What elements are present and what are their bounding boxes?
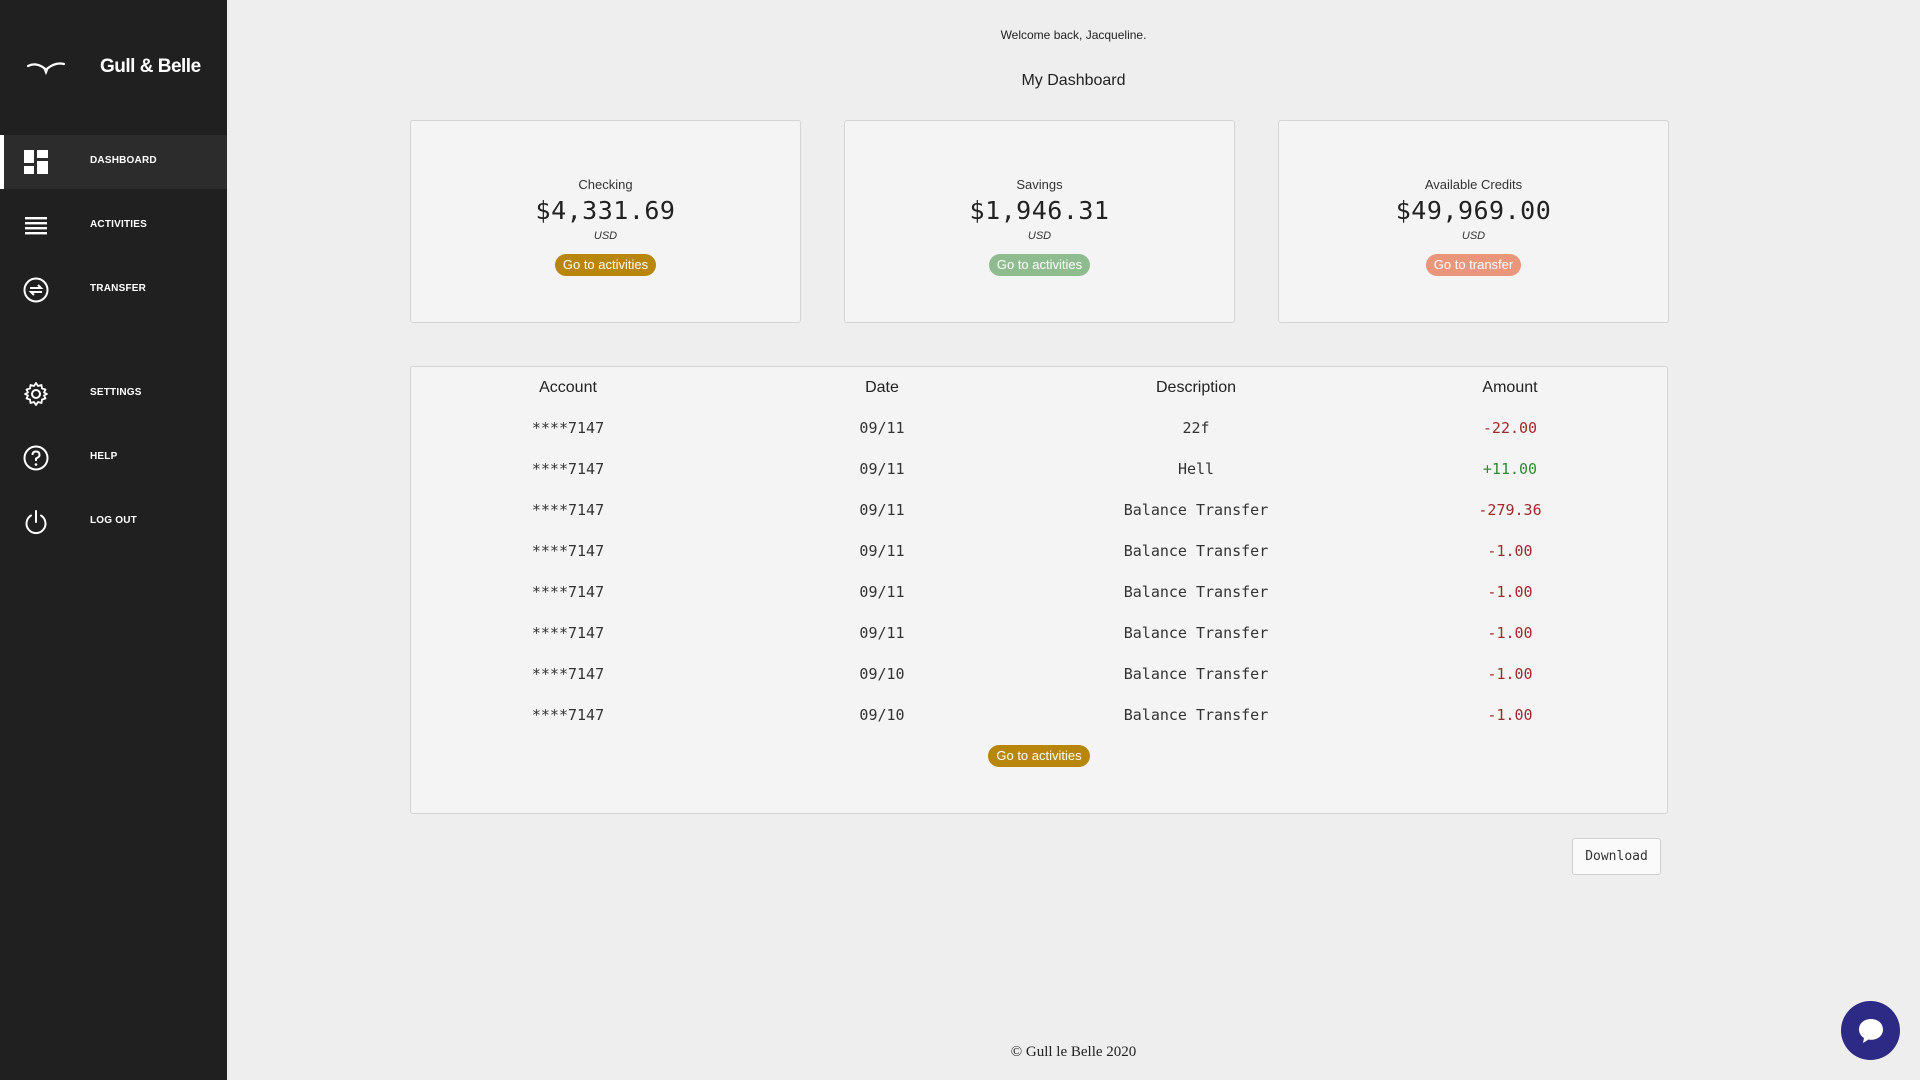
- cell-account: ****7147: [531, 665, 605, 683]
- nav-label-help: HELP: [90, 451, 118, 462]
- help-icon: [22, 444, 50, 472]
- cell-description: Balance Transfer: [1123, 665, 1269, 683]
- card-label: Checking: [578, 177, 633, 192]
- nav-item-activities[interactable]: ACTIVITIES: [0, 199, 227, 253]
- cell-account: ****7147: [531, 501, 605, 519]
- go-to-transfer-button[interactable]: Go to transfer: [1425, 254, 1522, 276]
- column-header-amount: Amount: [1482, 379, 1538, 396]
- cell-description: Balance Transfer: [1123, 501, 1269, 519]
- nav-label-transfer: TRANSFER: [90, 283, 147, 294]
- column-header-account: Account: [539, 379, 597, 396]
- cell-account: ****7147: [531, 583, 605, 601]
- nav-item-settings[interactable]: SETTINGS: [0, 367, 227, 421]
- download-button[interactable]: Download: [1572, 838, 1661, 875]
- gear-icon: [22, 380, 50, 408]
- savings-card: Savings $1,946.31 USD Go to activities: [844, 120, 1235, 323]
- table-row: ****7147 09/11 Balance Transfer -1.00: [411, 542, 1667, 583]
- cell-account: ****7147: [531, 419, 605, 437]
- nav-item-dashboard[interactable]: DASHBOARD: [0, 135, 227, 189]
- nav-label-settings: SETTINGS: [90, 387, 142, 398]
- column-header-date: Date: [865, 379, 899, 396]
- go-to-activities-button[interactable]: Go to activities: [988, 254, 1091, 276]
- cell-account: ****7147: [531, 706, 605, 724]
- cell-date: 09/11: [859, 419, 905, 437]
- cell-description: 22f: [1182, 419, 1210, 437]
- power-icon: [22, 508, 50, 536]
- nav-label-dashboard: DASHBOARD: [90, 155, 157, 166]
- nav-item-help[interactable]: HELP: [0, 431, 227, 485]
- cell-amount: -279.36: [1478, 501, 1542, 519]
- cell-amount: -1.00: [1487, 665, 1533, 683]
- cell-account: ****7147: [531, 460, 605, 478]
- cell-date: 09/11: [859, 460, 905, 478]
- cell-amount: +11.00: [1482, 460, 1538, 478]
- cell-description: Hell: [1177, 460, 1215, 478]
- card-currency: USD: [1027, 230, 1052, 242]
- table-row: ****7147 09/11 Hell +11.00: [411, 460, 1667, 501]
- nav-item-transfer[interactable]: TRANSFER: [0, 263, 227, 317]
- cell-account: ****7147: [531, 624, 605, 642]
- card-currency: USD: [1461, 230, 1486, 242]
- cell-date: 09/11: [859, 624, 905, 642]
- nav-label-activities: ACTIVITIES: [90, 219, 148, 230]
- card-currency: USD: [593, 230, 618, 242]
- table-go-to-activities-button[interactable]: Go to activities: [988, 745, 1090, 767]
- cell-amount: -22.00: [1482, 419, 1538, 437]
- nav-item-logout[interactable]: LOG OUT: [0, 495, 227, 549]
- credits-card: Available Credits $49,969.00 USD Go to t…: [1278, 120, 1669, 323]
- dashboard-icon: [22, 148, 50, 176]
- list-icon: [22, 212, 50, 240]
- gull-logo-icon: [26, 62, 66, 76]
- cell-account: ****7147: [531, 542, 605, 560]
- cell-amount: -1.00: [1487, 706, 1533, 724]
- table-row: ****7147 09/10 Balance Transfer -1.00: [411, 665, 1667, 706]
- table-row: ****7147 09/11 Balance Transfer -1.00: [411, 583, 1667, 624]
- card-amount: $49,969.00: [1395, 196, 1552, 225]
- nav-label-logout: LOG OUT: [90, 515, 137, 526]
- transactions-table: Account Date Description Amount ****7147…: [410, 366, 1668, 814]
- card-amount: $1,946.31: [969, 196, 1110, 225]
- footer-copyright: © Gull le Belle 2020: [1010, 1044, 1137, 1060]
- card-label: Savings: [1016, 177, 1063, 192]
- column-header-description: Description: [1155, 379, 1237, 396]
- card-amount: $4,331.69: [535, 196, 676, 225]
- cell-date: 09/11: [859, 583, 905, 601]
- page-title: My Dashboard: [1021, 72, 1126, 89]
- chat-bubble-icon: [1858, 1018, 1883, 1043]
- table-row: ****7147 09/11 Balance Transfer -279.36: [411, 501, 1667, 542]
- brand[interactable]: Gull & Belle: [0, 48, 227, 88]
- table-row: ****7147 09/10 Balance Transfer -1.00: [411, 706, 1667, 747]
- cell-description: Balance Transfer: [1123, 624, 1269, 642]
- cell-amount: -1.00: [1487, 542, 1533, 560]
- brand-name: Gull & Belle: [100, 56, 201, 77]
- cell-description: Balance Transfer: [1123, 583, 1269, 601]
- sidebar: Gull & Belle DASHBOARD ACTIVITIES TRANSF…: [0, 0, 227, 1080]
- table-row: ****7147 09/11 22f -22.00: [411, 419, 1667, 460]
- go-to-activities-button[interactable]: Go to activities: [554, 254, 657, 276]
- cell-description: Balance Transfer: [1123, 706, 1269, 724]
- cell-date: 09/11: [859, 501, 905, 519]
- chat-button[interactable]: [1841, 1001, 1900, 1060]
- cell-amount: -1.00: [1487, 624, 1533, 642]
- cell-date: 09/11: [859, 542, 905, 560]
- table-row: ****7147 09/11 Balance Transfer -1.00: [411, 624, 1667, 665]
- cell-amount: -1.00: [1487, 583, 1533, 601]
- cell-date: 09/10: [859, 706, 905, 724]
- transfer-icon: [22, 276, 50, 304]
- welcome-message: Welcome back, Jacqueline.: [1000, 28, 1147, 42]
- cell-description: Balance Transfer: [1123, 542, 1269, 560]
- card-label: Available Credits: [1424, 177, 1523, 192]
- checking-card: Checking $4,331.69 USD Go to activities: [410, 120, 801, 323]
- cell-date: 09/10: [859, 665, 905, 683]
